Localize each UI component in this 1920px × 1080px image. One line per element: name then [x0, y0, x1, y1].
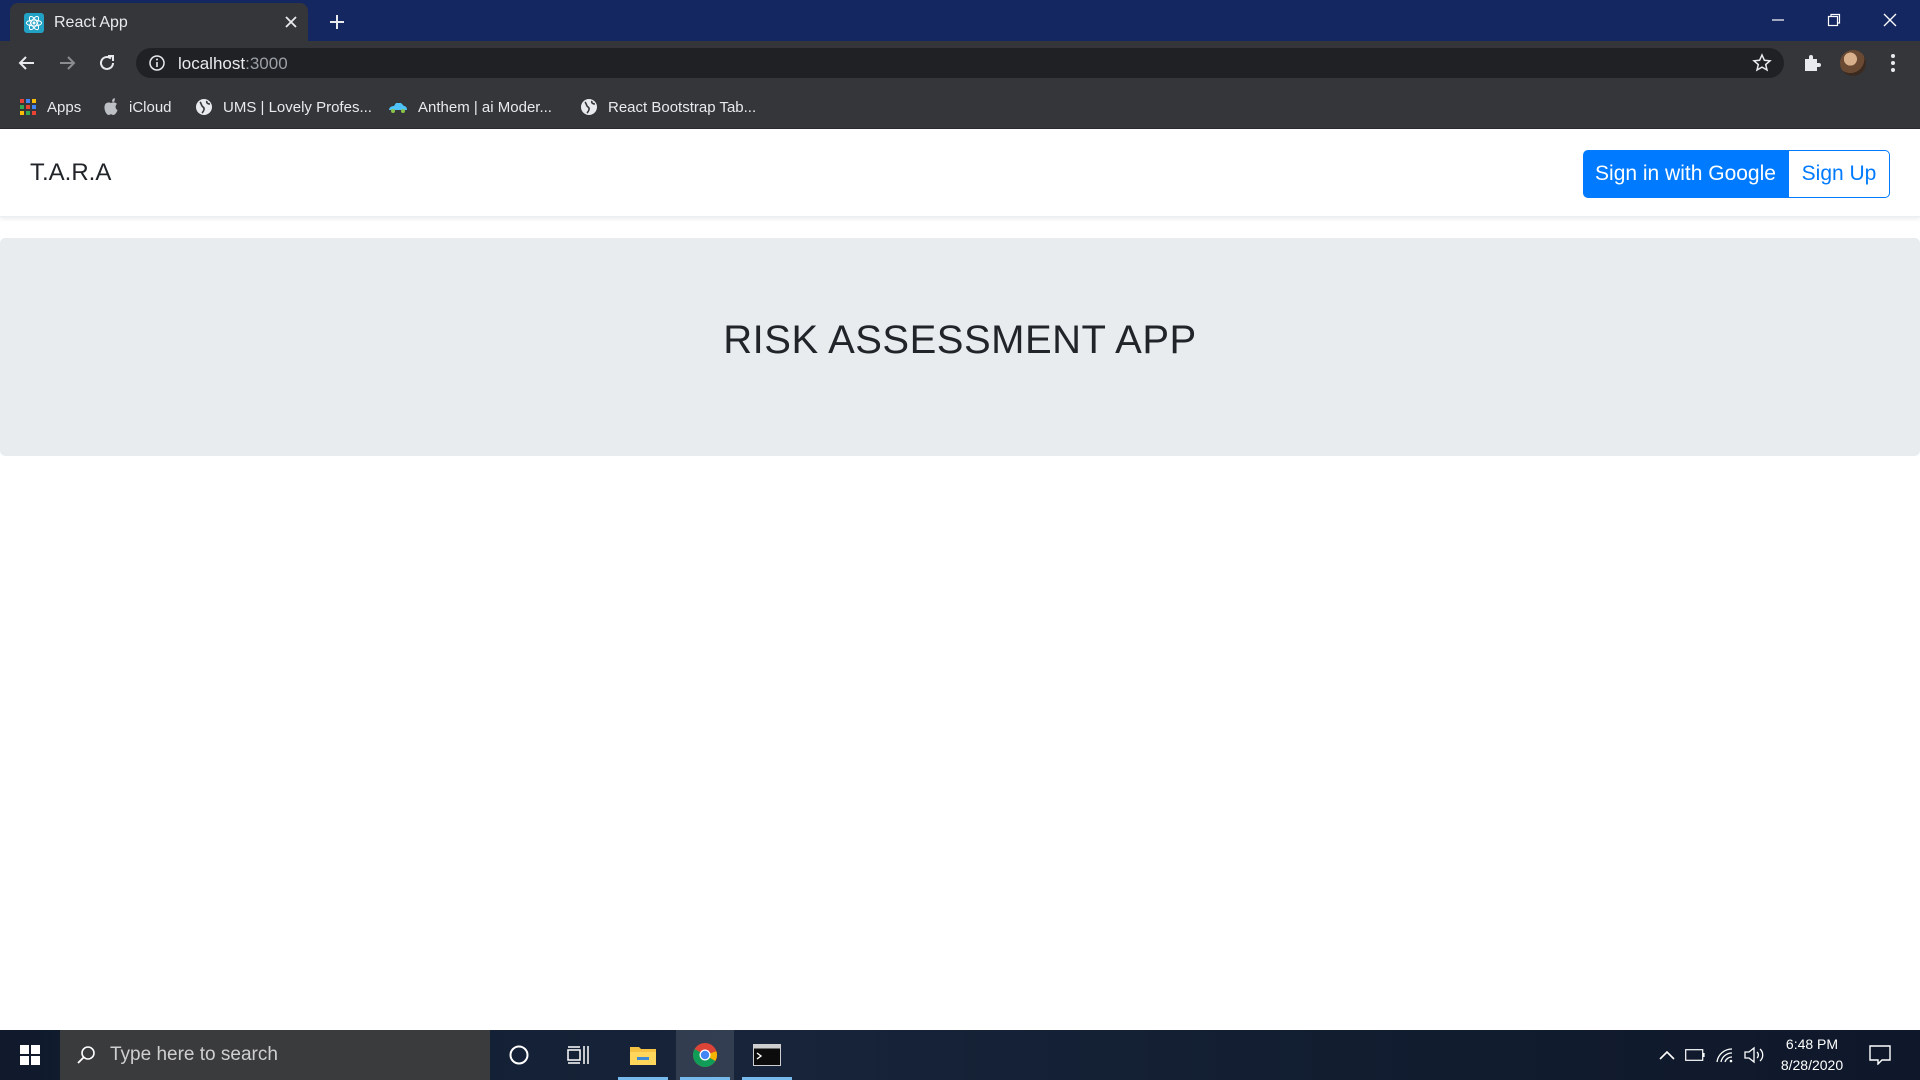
browser-tabstrip: React App	[0, 0, 1920, 41]
url-port: :3000	[245, 54, 288, 73]
clock-date: 8/28/2020	[1780, 1057, 1844, 1073]
speaker-icon	[1744, 1046, 1764, 1064]
reload-button[interactable]	[93, 49, 121, 77]
more-vertical-icon[interactable]	[1880, 50, 1906, 76]
car-icon	[389, 103, 407, 113]
apps-grid-icon	[20, 99, 36, 115]
bookmark-icloud[interactable]: iCloud	[103, 95, 172, 119]
browser-tab-active[interactable]: React App	[10, 3, 308, 41]
wifi-icon	[1716, 1048, 1733, 1063]
bookmark-label: UMS | Lovely Profes...	[223, 98, 372, 116]
url-text: localhost:3000	[178, 54, 288, 74]
search-icon	[77, 1046, 95, 1064]
info-icon[interactable]	[148, 54, 166, 72]
hero-jumbotron: RISK ASSESSMENT APP	[0, 238, 1920, 456]
windows-taskbar: Type here to search 6:48 PM 8/28/2020	[0, 1030, 1920, 1080]
arrow-right-icon	[60, 56, 76, 70]
apple-icon	[104, 98, 118, 115]
restore-button[interactable]	[1806, 0, 1862, 40]
notification-icon	[1869, 1045, 1891, 1065]
bookmark-react-bootstrap[interactable]: React Bootstrap Tab...	[580, 95, 756, 119]
bookmark-label: React Bootstrap Tab...	[608, 98, 757, 116]
bookmark-ums[interactable]: UMS | Lovely Profes...	[195, 95, 372, 119]
minimize-icon	[1772, 19, 1784, 21]
url-host: localhost	[178, 54, 246, 73]
arrow-left-icon	[18, 56, 34, 70]
navbar-brand[interactable]: T.A.R.A	[30, 159, 111, 187]
sign-up-button[interactable]: Sign Up	[1788, 150, 1890, 198]
search-placeholder: Type here to search	[110, 1044, 278, 1065]
profile-avatar[interactable]	[1840, 50, 1866, 76]
task-view-button[interactable]	[550, 1030, 608, 1080]
page-viewport: T.A.R.A Sign in with Google Sign Up RISK…	[0, 129, 1920, 1030]
sign-in-google-button[interactable]: Sign in with Google	[1583, 150, 1788, 198]
bookmark-label: iCloud	[129, 98, 172, 116]
task-view-icon	[567, 1046, 589, 1064]
extensions-puzzle-icon[interactable]	[1800, 51, 1824, 75]
bookmarks-bar: Apps iCloud UMS | Lovely Profes... Anthe…	[0, 85, 1920, 129]
back-button[interactable]	[13, 49, 41, 77]
close-icon	[1883, 13, 1897, 27]
globe-icon	[196, 99, 212, 115]
battery-icon	[1685, 1049, 1705, 1061]
cortana-button[interactable]	[490, 1030, 548, 1080]
new-tab-plus-icon[interactable]	[325, 10, 349, 34]
show-hidden-icons-button[interactable]	[1654, 1030, 1680, 1080]
clock-time: 6:48 PM	[1785, 1036, 1839, 1052]
taskbar-chrome[interactable]	[676, 1030, 734, 1080]
app-navbar: T.A.R.A Sign in with Google Sign Up	[0, 129, 1920, 217]
taskbar-clock[interactable]: 6:48 PM 8/28/2020	[1772, 1034, 1852, 1076]
cortana-circle-icon	[509, 1045, 529, 1065]
tray-battery[interactable]	[1682, 1030, 1708, 1080]
browser-toolbar: localhost:3000	[0, 41, 1920, 85]
forward-button[interactable]	[53, 49, 81, 77]
action-center-button[interactable]	[1864, 1030, 1896, 1080]
chevron-up-icon	[1659, 1050, 1675, 1060]
taskbar-terminal[interactable]	[738, 1030, 796, 1080]
windows-logo-icon	[20, 1045, 40, 1065]
close-icon[interactable]	[282, 13, 300, 31]
tab-title: React App	[54, 14, 128, 31]
bookmark-star-icon[interactable]	[1752, 53, 1772, 73]
tray-volume[interactable]	[1740, 1030, 1770, 1080]
restore-icon	[1827, 13, 1841, 27]
globe-icon	[581, 99, 597, 115]
tray-network[interactable]	[1712, 1030, 1738, 1080]
bookmark-apps[interactable]: Apps	[19, 95, 81, 119]
minimize-button[interactable]	[1750, 0, 1806, 40]
chrome-icon	[693, 1043, 717, 1068]
start-button[interactable]	[0, 1030, 60, 1080]
bookmark-label: Anthem | ai Moder...	[418, 98, 552, 116]
bookmark-label: Apps	[47, 98, 82, 116]
taskbar-search-input[interactable]: Type here to search	[60, 1030, 490, 1080]
terminal-icon	[753, 1044, 781, 1066]
address-bar[interactable]: localhost:3000	[136, 48, 1784, 78]
bookmark-anthem[interactable]: Anthem | ai Moder...	[388, 95, 552, 119]
taskbar-file-explorer[interactable]	[614, 1030, 672, 1080]
folder-icon	[630, 1047, 656, 1065]
reload-icon	[100, 55, 114, 70]
window-close-button[interactable]	[1862, 0, 1918, 40]
react-favicon-icon	[24, 13, 44, 33]
page-title: RISK ASSESSMENT APP	[723, 318, 1197, 362]
